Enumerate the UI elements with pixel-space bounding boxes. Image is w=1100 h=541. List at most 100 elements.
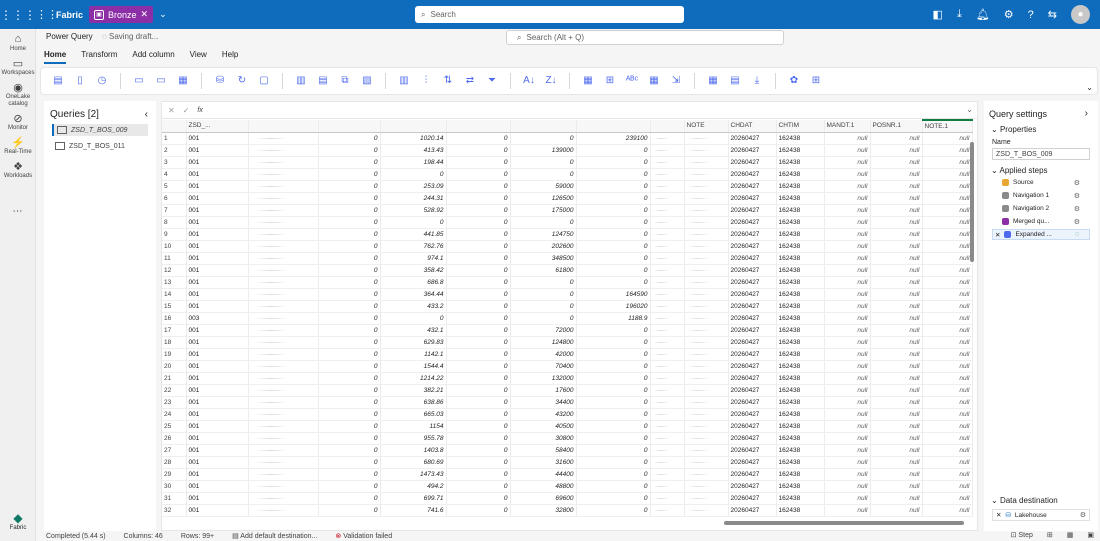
row-number[interactable]: 29 xyxy=(162,468,187,481)
table-cell[interactable]: 0 xyxy=(318,288,381,301)
table-cell[interactable]: 433.2 xyxy=(380,300,447,313)
table-cell[interactable]: 162438 xyxy=(776,240,825,253)
table-cell[interactable]: 001 xyxy=(186,300,249,313)
table-cell[interactable]: 0 xyxy=(318,300,381,313)
table-cell[interactable]: 741.6 xyxy=(380,504,447,517)
table-cell[interactable]: null xyxy=(922,396,973,409)
row-number[interactable]: 17 xyxy=(162,324,187,337)
table-cell[interactable]: 20260427 xyxy=(728,252,777,265)
table-cell[interactable] xyxy=(684,252,729,265)
table-cell[interactable]: null xyxy=(870,252,923,265)
table-cell[interactable]: 162438 xyxy=(776,372,825,385)
table-cell[interactable]: 0 xyxy=(446,192,511,205)
table-cell[interactable] xyxy=(650,144,685,157)
sort-desc-icon[interactable]: Z↓ xyxy=(544,74,558,88)
table-cell[interactable]: 20260427 xyxy=(728,240,777,253)
table-cell[interactable]: null xyxy=(870,144,923,157)
table-row[interactable]: 21 001 0 1214.22 0 132000 0 20260427 162438 null n… xyxy=(162,372,973,385)
table-cell[interactable]: 0 xyxy=(318,324,381,337)
table-cell[interactable]: 680.69 xyxy=(380,456,447,469)
table-cell[interactable]: 44400 xyxy=(510,468,577,481)
group-by-icon[interactable]: ⫶ xyxy=(419,74,433,88)
combine-icon[interactable]: ▦ xyxy=(647,74,661,88)
table-cell[interactable] xyxy=(650,288,685,301)
table-cell[interactable]: 0 xyxy=(446,444,511,457)
table-cell[interactable] xyxy=(650,420,685,433)
table-cell[interactable]: 162438 xyxy=(776,444,825,457)
table-cell[interactable] xyxy=(248,240,319,253)
query-item[interactable]: ZSD_T_BOS_009 xyxy=(52,124,148,136)
table-cell[interactable]: 0 xyxy=(576,228,651,241)
table-cell[interactable]: 20260427 xyxy=(728,156,777,169)
table-cell[interactable] xyxy=(684,336,729,349)
table-row[interactable]: 15 001 0 433.2 0 0 196020 20260427 162438 null nul… xyxy=(162,300,973,313)
table-cell[interactable]: null xyxy=(870,324,923,337)
table-cell[interactable]: 0 xyxy=(510,288,577,301)
gear-icon[interactable]: ⚙ xyxy=(1074,205,1080,213)
table-cell[interactable] xyxy=(248,372,319,385)
table-cell[interactable]: 0 xyxy=(446,396,511,409)
table-cell[interactable]: 162438 xyxy=(776,300,825,313)
append-icon[interactable]: ▤ xyxy=(728,74,742,88)
applied-step[interactable]: ✕ Expanded ... ◌ xyxy=(992,229,1090,240)
table-cell[interactable]: 162438 xyxy=(776,144,825,157)
table-cell[interactable]: null xyxy=(824,348,871,361)
table-cell[interactable] xyxy=(248,228,319,241)
table-cell[interactable]: 20260427 xyxy=(728,420,777,433)
table-cell[interactable]: 0 xyxy=(576,348,651,361)
table-cell[interactable] xyxy=(684,216,729,229)
table-cell[interactable]: null xyxy=(922,216,973,229)
table-cell[interactable]: 001 xyxy=(186,504,249,517)
table-cell[interactable]: null xyxy=(922,132,973,145)
table-cell[interactable]: 001 xyxy=(186,384,249,397)
rail-home[interactable]: ⌂ Home xyxy=(0,33,36,53)
table-row[interactable]: 23 001 0 638.86 0 34400 0 20260427 162438 null nul… xyxy=(162,396,973,409)
table-cell[interactable]: null xyxy=(824,156,871,169)
table-cell[interactable]: null xyxy=(922,168,973,181)
table-cell[interactable] xyxy=(684,456,729,469)
row-number[interactable]: 26 xyxy=(162,432,187,445)
table-cell[interactable]: 162438 xyxy=(776,228,825,241)
table-cell[interactable]: null xyxy=(870,180,923,193)
table-cell[interactable] xyxy=(248,444,319,457)
table-cell[interactable] xyxy=(650,504,685,517)
table-cell[interactable]: 0 xyxy=(576,372,651,385)
table-cell[interactable] xyxy=(650,204,685,217)
table-cell[interactable]: null xyxy=(922,156,973,169)
table-cell[interactable]: 0 xyxy=(318,480,381,493)
table-cell[interactable]: 0 xyxy=(318,384,381,397)
delete-step-icon[interactable]: ✕ xyxy=(995,231,1000,239)
column-header[interactable] xyxy=(510,120,577,133)
table-cell[interactable]: 0 xyxy=(576,420,651,433)
row-number[interactable]: 19 xyxy=(162,348,187,361)
table-cell[interactable] xyxy=(684,240,729,253)
query-item[interactable]: ZSD_T_BOS_011 xyxy=(52,140,148,152)
table-cell[interactable]: null xyxy=(824,372,871,385)
table-cell[interactable]: 196020 xyxy=(576,300,651,313)
new-source-icon[interactable]: ▭ xyxy=(132,74,146,88)
table-cell[interactable] xyxy=(248,348,319,361)
table-cell[interactable]: 0 xyxy=(318,252,381,265)
table-cell[interactable]: 0 xyxy=(446,456,511,469)
applied-step[interactable]: Navigation 2 ⚙ xyxy=(992,203,1090,214)
table-cell[interactable]: null xyxy=(922,300,973,313)
table-cell[interactable]: 124800 xyxy=(510,336,577,349)
table-cell[interactable]: null xyxy=(922,180,973,193)
table-cell[interactable]: 162438 xyxy=(776,492,825,505)
table-cell[interactable]: null xyxy=(824,504,871,517)
table-cell[interactable]: 1142.1 xyxy=(380,348,447,361)
table-cell[interactable]: 0 xyxy=(380,312,447,325)
column-header[interactable]: CHDAT xyxy=(728,120,777,133)
table-cell[interactable]: 162438 xyxy=(776,288,825,301)
table-cell[interactable]: 0 xyxy=(318,432,381,445)
table-cell[interactable]: 0 xyxy=(510,276,577,289)
table-cell[interactable]: 0 xyxy=(446,252,511,265)
table-cell[interactable]: 0 xyxy=(576,264,651,277)
table-cell[interactable]: 162438 xyxy=(776,132,825,145)
grid-icon[interactable]: ⋮⋮ xyxy=(36,8,58,21)
reduce-icon[interactable]: ▧ xyxy=(360,74,374,88)
table-row[interactable]: 9 001 0 441.85 0 124750 0 20260427 162438 null nul… xyxy=(162,228,973,241)
table-cell[interactable]: 001 xyxy=(186,372,249,385)
table-cell[interactable]: 48800 xyxy=(510,480,577,493)
table-cell[interactable] xyxy=(650,240,685,253)
